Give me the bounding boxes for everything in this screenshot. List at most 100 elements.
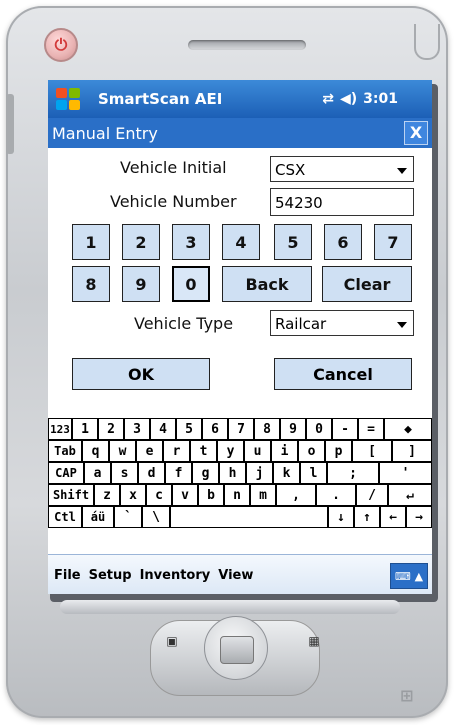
accent-key[interactable]: áü: [82, 506, 114, 528]
soft-keyboard: 123 1 2 3 4 5 6 7 8 9 0 - = ◆ Tab q w e …: [48, 418, 432, 554]
keypad-key-0[interactable]: 0: [172, 266, 210, 302]
key[interactable]: g: [192, 462, 219, 484]
keypad-key-7[interactable]: 7: [374, 224, 412, 260]
key[interactable]: a: [84, 462, 111, 484]
key[interactable]: k: [273, 462, 300, 484]
key[interactable]: q: [82, 440, 109, 462]
key[interactable]: 1: [72, 418, 98, 440]
key[interactable]: j: [246, 462, 273, 484]
vehicle-initial-select[interactable]: CSX: [270, 156, 414, 182]
keypad-key-9[interactable]: 9: [122, 266, 160, 302]
key[interactable]: p: [325, 440, 352, 462]
ctrl-key[interactable]: Ctl: [48, 506, 82, 528]
connectivity-icon[interactable]: ⇄: [322, 91, 334, 107]
keypad-key-5[interactable]: 5: [274, 224, 312, 260]
menu-file[interactable]: File: [54, 568, 81, 583]
windows-start-icon[interactable]: [54, 86, 84, 112]
key[interactable]: y: [217, 440, 244, 462]
key[interactable]: d: [138, 462, 165, 484]
power-button[interactable]: ⏻: [44, 28, 78, 62]
key[interactable]: ;: [327, 462, 379, 484]
ok-button[interactable]: OK: [72, 358, 210, 390]
key[interactable]: u: [244, 440, 271, 462]
soft-keys-bar[interactable]: [60, 600, 400, 614]
key[interactable]: s: [111, 462, 138, 484]
key[interactable]: -: [332, 418, 358, 440]
key[interactable]: n: [224, 484, 250, 506]
key[interactable]: `: [114, 506, 142, 528]
key[interactable]: i: [271, 440, 298, 462]
shift-key[interactable]: Shift: [48, 484, 94, 506]
keypad-key-1[interactable]: 1: [72, 224, 110, 260]
vehicle-number-field[interactable]: 54230: [270, 188, 414, 216]
key[interactable]: 2: [98, 418, 124, 440]
back-button[interactable]: Back: [222, 266, 312, 302]
arrow-down-key[interactable]: ↓: [328, 506, 354, 528]
key[interactable]: 7: [228, 418, 254, 440]
calendar-hw-icon[interactable]: ▦: [304, 634, 324, 650]
key[interactable]: h: [219, 462, 246, 484]
key[interactable]: =: [358, 418, 384, 440]
keypad-key-2[interactable]: 2: [122, 224, 160, 260]
vehicle-type-select[interactable]: Railcar: [270, 310, 414, 336]
menu-inventory[interactable]: Inventory: [140, 568, 211, 583]
contacts-hw-icon[interactable]: ▣: [162, 634, 182, 650]
key[interactable]: 6: [202, 418, 228, 440]
key[interactable]: 5: [176, 418, 202, 440]
clear-button[interactable]: Clear: [322, 266, 412, 302]
key[interactable]: .: [316, 484, 356, 506]
chevron-down-icon: [397, 322, 407, 328]
key[interactable]: ': [379, 462, 432, 484]
keypad-key-4[interactable]: 4: [222, 224, 260, 260]
vehicle-type-label: Vehicle Type: [134, 314, 234, 333]
key[interactable]: 8: [254, 418, 280, 440]
dialog-title: Manual Entry: [52, 123, 158, 143]
backspace-key[interactable]: ◆: [384, 418, 432, 440]
enter-key[interactable]: ↵: [388, 484, 432, 506]
caps-key[interactable]: CAP: [48, 462, 84, 484]
arrow-up-key[interactable]: ↑: [354, 506, 380, 528]
key[interactable]: c: [146, 484, 172, 506]
vehicle-initial-value: CSX: [275, 161, 306, 179]
vehicle-number-label: Vehicle Number: [110, 192, 237, 211]
space-key[interactable]: [170, 506, 328, 528]
dpad-center-button[interactable]: [220, 636, 254, 664]
key[interactable]: /: [356, 484, 388, 506]
clock[interactable]: 3:01: [363, 91, 398, 107]
keypad-key-3[interactable]: 3: [172, 224, 210, 260]
keypad-key-6[interactable]: 6: [324, 224, 362, 260]
key[interactable]: o: [298, 440, 325, 462]
key[interactable]: ,: [276, 484, 316, 506]
volume-icon[interactable]: ◀): [340, 91, 357, 107]
key[interactable]: r: [163, 440, 190, 462]
key[interactable]: v: [172, 484, 198, 506]
key[interactable]: 0: [306, 418, 332, 440]
keypad-key-8[interactable]: 8: [72, 266, 110, 302]
tab-key[interactable]: Tab: [48, 440, 82, 462]
key[interactable]: f: [165, 462, 192, 484]
key[interactable]: e: [136, 440, 163, 462]
arrow-right-key[interactable]: →: [406, 506, 432, 528]
key[interactable]: l: [300, 462, 327, 484]
key[interactable]: z: [94, 484, 120, 506]
key[interactable]: 3: [124, 418, 150, 440]
key-123[interactable]: 123: [48, 418, 72, 440]
keyboard-toggle-button[interactable]: ⌨ ▲: [390, 563, 428, 589]
menu-view[interactable]: View: [218, 568, 253, 583]
key[interactable]: [: [352, 440, 392, 462]
key[interactable]: t: [190, 440, 217, 462]
key[interactable]: m: [250, 484, 276, 506]
key[interactable]: b: [198, 484, 224, 506]
side-button[interactable]: [6, 94, 14, 154]
vehicle-initial-label: Vehicle Initial: [120, 158, 227, 177]
key[interactable]: \: [142, 506, 170, 528]
key[interactable]: w: [109, 440, 136, 462]
cancel-button[interactable]: Cancel: [274, 358, 412, 390]
key[interactable]: 4: [150, 418, 176, 440]
menu-setup[interactable]: Setup: [89, 568, 132, 583]
arrow-left-key[interactable]: ←: [380, 506, 406, 528]
key[interactable]: x: [120, 484, 146, 506]
key[interactable]: ]: [392, 440, 432, 462]
key[interactable]: 9: [280, 418, 306, 440]
close-button[interactable]: X: [404, 121, 428, 145]
